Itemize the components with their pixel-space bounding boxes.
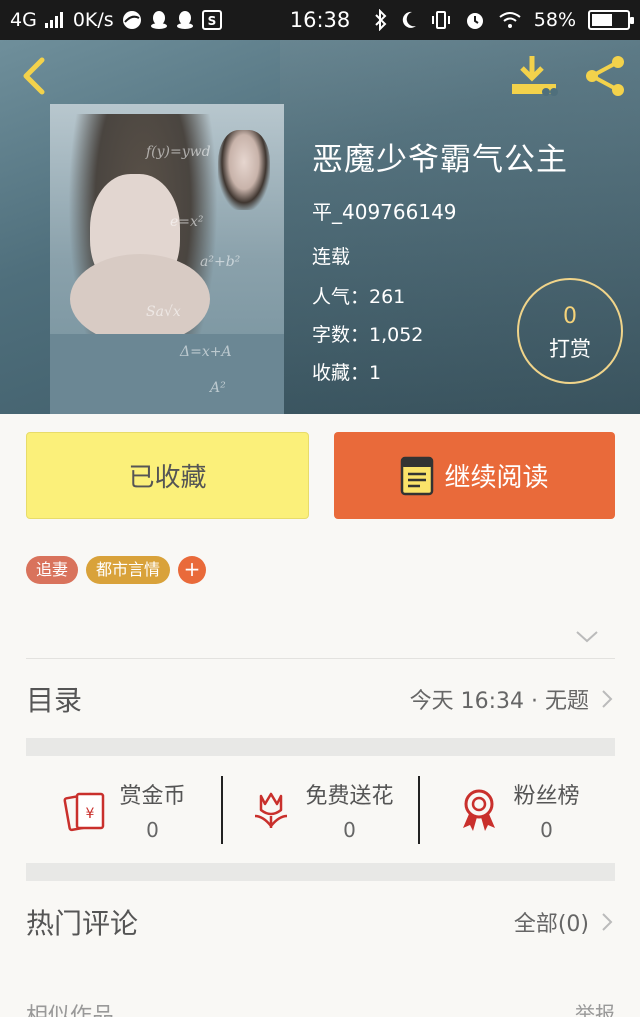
saved-button[interactable]: 已收藏 [26, 432, 309, 519]
network-label: 4G [10, 9, 37, 31]
popularity-stat: 人气：261 [312, 286, 406, 308]
latest-chapter: 今天 16:34 · 无题 [409, 689, 589, 714]
toc-label: 目录 [26, 684, 83, 717]
battery-icon [588, 10, 634, 30]
qq-icon [150, 11, 167, 29]
battery-percent: 58% [533, 9, 576, 31]
book-cover-image[interactable]: f(y)=ywd e=x² a²+b² Sa√x Δ=x+A A² [50, 104, 284, 414]
expand-chevron-icon[interactable] [574, 628, 600, 646]
section-separator [26, 738, 615, 756]
word-count-stat: 字数：1,052 [312, 324, 424, 346]
report-link[interactable]: 举报 [575, 998, 615, 1017]
support-panel: ¥ 赏金币 0 免费送花 0 粉丝榜 0 [26, 756, 615, 863]
continue-reading-button[interactable]: 继续阅读 [334, 432, 615, 519]
vibrate-icon [431, 11, 450, 29]
ribbon-medal-icon [463, 789, 496, 831]
back-icon[interactable] [16, 56, 56, 96]
qq-icon [176, 11, 193, 29]
s-icon: S [201, 10, 222, 30]
book-icon [401, 456, 434, 495]
reward-button[interactable]: 0 打赏 [517, 278, 623, 384]
gold-coin-reward-item[interactable]: ¥ 赏金币 0 [26, 756, 221, 863]
gold-coin-label: 赏金币 [119, 783, 186, 809]
svg-text:S: S [207, 14, 216, 28]
similar-works-label: 相似作品 [26, 1004, 115, 1017]
hot-comments-label: 热门评论 [26, 907, 139, 940]
tag-chip[interactable]: 追妻 [26, 556, 79, 584]
gold-coin-value: 0 [146, 817, 159, 842]
similar-works-row: 相似作品 举报 [26, 998, 615, 1017]
table-of-contents-row[interactable]: 目录 今天 16:34 · 无题 [26, 660, 615, 738]
tag-list: 追妻 都市言情 + [26, 556, 207, 584]
share-icon[interactable] [582, 54, 630, 98]
saved-button-label: 已收藏 [128, 463, 207, 493]
status-bar: 4G 0K/s S 16:38 58% [0, 0, 640, 40]
reward-count: 0 [563, 304, 577, 329]
net-speed: 0K/s [72, 9, 114, 31]
fan-ranking-value: 0 [540, 817, 553, 842]
tag-chip[interactable]: 都市言情 [86, 556, 171, 584]
hot-comments-row[interactable]: 热门评论 全部(0) [26, 882, 615, 962]
add-tag-button[interactable]: + [178, 556, 207, 584]
fan-ranking-item[interactable]: 粉丝榜 0 [420, 756, 615, 863]
favorites-stat: 收藏：1 [312, 362, 382, 384]
bluetooth-icon [375, 9, 387, 31]
svg-text:¥: ¥ [86, 806, 95, 822]
clock: 16:38 [289, 8, 351, 32]
battery-level [592, 14, 612, 26]
section-separator [26, 863, 615, 881]
send-flower-item[interactable]: 免费送花 0 [223, 756, 418, 863]
moon-icon [402, 11, 416, 28]
chevron-right-icon [602, 690, 613, 708]
continue-reading-label: 继续阅读 [444, 463, 549, 493]
cover-scribbles: f(y)=ywd e=x² a²+b² Sa√x Δ=x+A A² [146, 144, 241, 396]
all-comments-link[interactable]: 全部(0) [514, 906, 589, 938]
alarm-icon [466, 13, 483, 29]
fan-ranking-label: 粉丝榜 [513, 783, 580, 809]
send-flower-label: 免费送花 [305, 783, 394, 809]
book-header: f(y)=ywd e=x² a²+b² Sa√x Δ=x+A A² 恶魔少爷霸气… [0, 40, 640, 414]
browser-icon [122, 11, 141, 29]
reward-label: 打赏 [549, 337, 591, 361]
chevron-right-icon [602, 913, 613, 931]
wifi-icon [499, 12, 521, 28]
flower-icon [255, 792, 288, 828]
download-icon[interactable] [508, 54, 562, 98]
divider [26, 658, 615, 659]
red-envelope-icon: ¥ [63, 792, 105, 831]
send-flower-value: 0 [343, 817, 356, 842]
book-author[interactable]: 平_409766149 [312, 196, 457, 225]
book-title: 恶魔少爷霸气公主 [312, 142, 568, 178]
signal-icon [44, 12, 63, 28]
book-status: 连载 [312, 246, 351, 268]
